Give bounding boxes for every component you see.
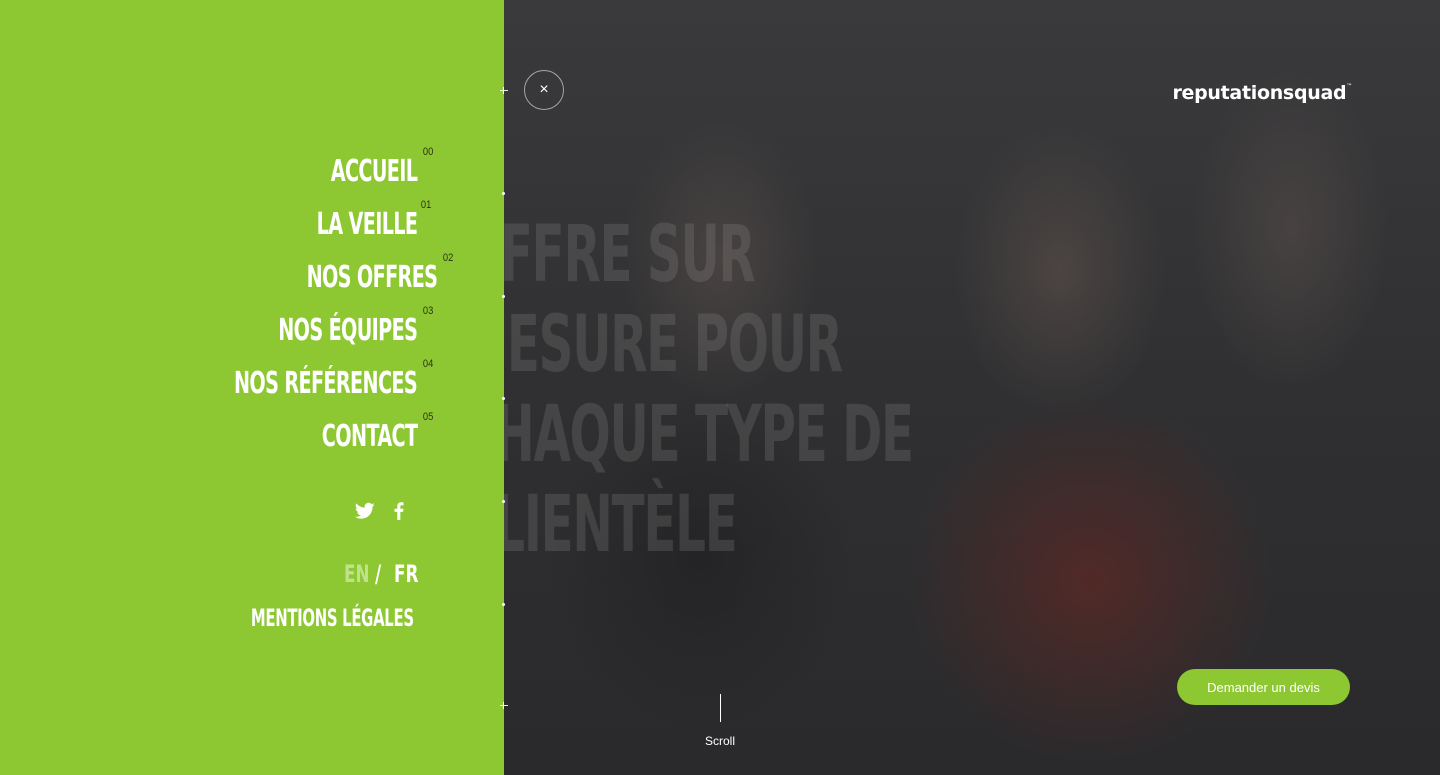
logo-trademark: ™ [1346,82,1352,90]
site-logo[interactable]: reputationsquad™ [1172,82,1352,104]
nav-number: 02 [442,252,454,264]
nav-item-la-veille[interactable]: LA VEILLE 01 [260,199,431,242]
nav-label: NOS OFFRES [306,260,437,295]
nav-item-accueil[interactable]: ACCUEIL 00 [282,146,433,189]
menu-edge-dot [502,397,505,400]
facebook-icon[interactable] [394,502,404,525]
nav-label: CONTACT [321,419,417,454]
nav-item-nos-references[interactable]: NOS RÉFÉRENCES 04 [131,358,433,401]
menu-edge-dot [502,603,505,606]
menu-edge-marker [500,702,508,709]
nav-number: 05 [422,411,434,423]
hero-line-3: CHAQUE TYPE DE [460,390,914,480]
nav-item-nos-equipes[interactable]: NOS ÉQUIPES 03 [200,305,433,348]
nav-item-contact[interactable]: CONTACT 05 [268,411,433,454]
lang-separator: / [375,560,382,588]
hero-line-1: OFFRE SUR [460,210,756,300]
nav-label: NOS ÉQUIPES [277,313,418,348]
nav-number: 01 [420,199,432,211]
nav-number: 03 [422,305,434,317]
close-icon: × [539,81,549,98]
nav-item-nos-offres[interactable]: NOS OFFRES 02 [233,252,453,295]
nav-number: 00 [422,146,434,158]
lang-en-link[interactable]: EN [344,560,370,588]
nav-label: NOS RÉFÉRENCES [233,366,418,401]
hero-headline: OFFRE SUR MESURE POUR CHAQUE TYPE DE CLI… [460,210,914,570]
scroll-indicator[interactable]: Scroll [703,694,737,748]
menu-edge-dot [502,500,505,503]
nav-number: 04 [422,358,434,370]
side-menu: ACCUEIL 00 LA VEILLE 01 NOS OFFRES 02 NO… [0,0,508,775]
hero-line-4: CLIENTÈLE [460,480,738,570]
menu-edge-dot [502,295,505,298]
nav-label: LA VEILLE [316,207,417,242]
scroll-line [719,694,721,722]
close-menu-button[interactable]: × [524,70,564,110]
lang-fr-link[interactable]: FR [394,560,418,588]
legal-notice-link[interactable]: MENTIONS LÉGALES [151,604,414,632]
menu-edge-marker [500,87,508,94]
twitter-icon[interactable] [354,502,375,525]
logo-text: reputationsquad [1172,82,1347,104]
hero-line-2: MESURE POUR [460,300,843,390]
nav-label: ACCUEIL [330,154,417,189]
request-quote-button[interactable]: Demander un devis [1177,669,1350,705]
scroll-label: Scroll [704,734,735,748]
legal-notice-label: MENTIONS LÉGALES [251,604,414,632]
menu-edge-dot [502,192,505,195]
